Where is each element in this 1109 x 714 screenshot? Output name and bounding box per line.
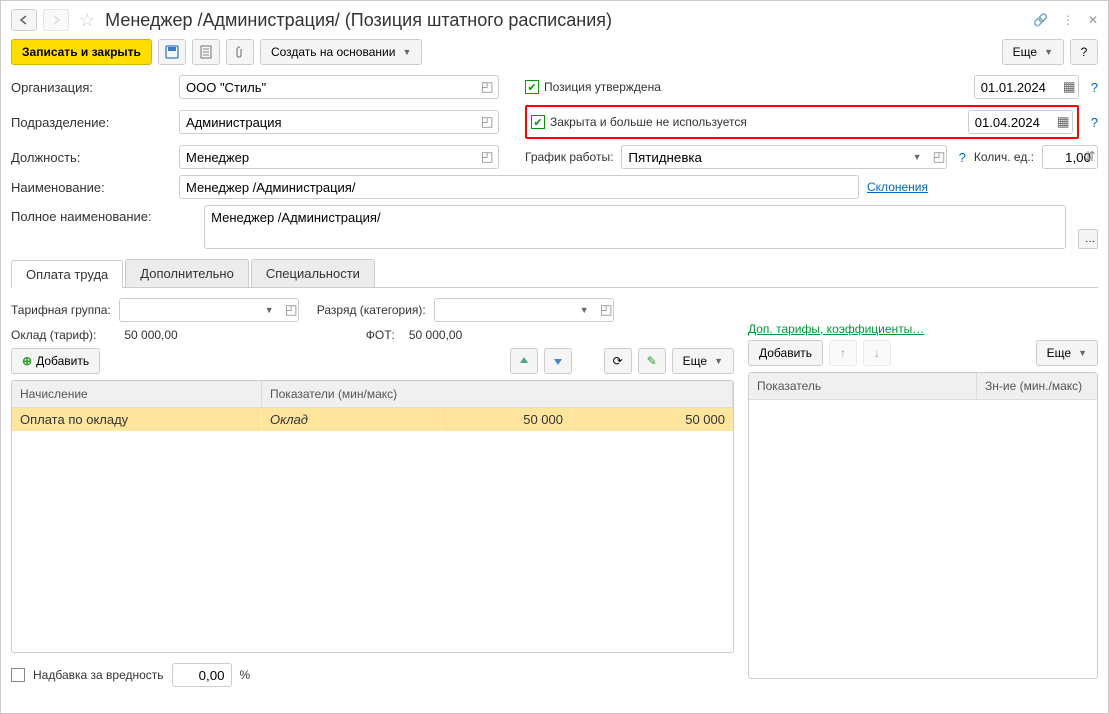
- hazard-unit: %: [240, 668, 251, 682]
- move-up-button[interactable]: ↑: [829, 340, 857, 366]
- add-accrual-button[interactable]: ⊕ Добавить: [11, 348, 100, 374]
- nav-forward-button[interactable]: [43, 9, 69, 31]
- more-accrual-button[interactable]: Еще ▼: [672, 348, 734, 374]
- fot-value: 50 000,00: [409, 328, 462, 342]
- col-value: Зн-ие (мин./макс): [977, 373, 1097, 399]
- qty-label: Колич. ед.:: [974, 150, 1034, 164]
- salary-value: 50 000,00: [124, 328, 177, 342]
- help-link[interactable]: ?: [1091, 80, 1098, 95]
- open-ref-icon[interactable]: ◰: [477, 77, 497, 97]
- org-label: Организация:: [11, 80, 171, 95]
- hazard-checkbox[interactable]: [11, 668, 25, 682]
- add-indicator-button[interactable]: Добавить: [748, 340, 823, 366]
- more-label: Еще: [1013, 45, 1037, 59]
- chevron-down-icon: ▼: [402, 47, 411, 57]
- approved-checkbox[interactable]: ✔: [525, 80, 539, 94]
- coefficients-link[interactable]: Доп. тарифы, коэффициенты…: [748, 322, 924, 336]
- cell-accrual-name: Оплата по окладу: [12, 408, 262, 431]
- stepper-icon[interactable]: ⇵: [1080, 147, 1100, 167]
- approved-label: Позиция утверждена: [544, 80, 661, 94]
- menu-dots-icon[interactable]: ⋮: [1062, 13, 1074, 27]
- chevron-down-icon[interactable]: ▼: [574, 300, 592, 320]
- name-label: Наименование:: [11, 180, 171, 195]
- rank-label: Разряд (категория):: [317, 303, 426, 317]
- close-icon[interactable]: ✕: [1088, 13, 1098, 27]
- dept-input[interactable]: [179, 110, 499, 134]
- dept-label: Подразделение:: [11, 115, 171, 130]
- move-down-button[interactable]: ↓: [863, 340, 891, 366]
- chevron-down-icon[interactable]: ▼: [907, 147, 925, 167]
- help-link[interactable]: ?: [959, 150, 966, 165]
- window-title: Менеджер /Администрация/ (Позиция штатно…: [105, 10, 1027, 31]
- job-input[interactable]: [179, 145, 499, 169]
- cell-min: 50 000: [442, 408, 572, 431]
- salary-label: Оклад (тариф):: [11, 328, 96, 342]
- document-button[interactable]: [192, 39, 220, 65]
- calendar-icon[interactable]: ▦: [1057, 77, 1077, 97]
- attachment-button[interactable]: [226, 39, 254, 65]
- declensions-link[interactable]: Склонения: [867, 180, 928, 194]
- move-down-button[interactable]: [544, 348, 572, 374]
- col-indicators: Показатели (мин/макс): [262, 381, 733, 407]
- plus-icon: ⊕: [22, 354, 32, 368]
- favorite-star-icon[interactable]: ☆: [79, 10, 95, 31]
- chevron-down-icon: ▼: [1078, 348, 1087, 358]
- tab-pay[interactable]: Оплата труда: [11, 260, 123, 288]
- job-label: Должность:: [11, 150, 171, 165]
- move-up-button[interactable]: [510, 348, 538, 374]
- table-row[interactable]: Оплата по окладу Оклад 50 000 50 000: [12, 408, 733, 431]
- col-accrual: Начисление: [12, 381, 262, 407]
- org-input[interactable]: [179, 75, 499, 99]
- more-indicator-button[interactable]: Еще ▼: [1036, 340, 1098, 366]
- help-link[interactable]: ?: [1091, 115, 1098, 130]
- add-label: Добавить: [36, 354, 89, 368]
- more-label: Еще: [683, 354, 707, 368]
- open-ref-icon[interactable]: ◰: [477, 147, 497, 167]
- fullname-label: Полное наименование:: [11, 205, 196, 224]
- create-based-label: Создать на основании: [271, 45, 396, 59]
- indicators-table: Показатель Зн-ие (мин./макс): [748, 372, 1098, 679]
- open-ref-icon[interactable]: ◰: [477, 112, 497, 132]
- open-ref-icon[interactable]: ◰: [927, 147, 945, 167]
- chevron-down-icon[interactable]: ▼: [259, 300, 277, 320]
- chevron-down-icon: ▼: [1044, 47, 1053, 57]
- refresh-button[interactable]: ⟳: [604, 348, 632, 374]
- more-label: Еще: [1047, 346, 1071, 360]
- open-ref-icon[interactable]: ◰: [594, 300, 612, 320]
- help-button[interactable]: ?: [1070, 39, 1098, 65]
- create-based-button[interactable]: Создать на основании ▼: [260, 39, 422, 65]
- tab-spec[interactable]: Специальности: [251, 259, 375, 287]
- save-button[interactable]: [158, 39, 186, 65]
- cell-max: 50 000: [572, 408, 733, 431]
- col-indicator: Показатель: [749, 373, 977, 399]
- calendar-icon[interactable]: ▦: [1051, 112, 1071, 132]
- fullname-textarea[interactable]: [204, 205, 1066, 249]
- hazard-label: Надбавка за вредность: [33, 668, 164, 682]
- fot-label: ФОТ:: [366, 328, 395, 342]
- schedule-label: График работы:: [525, 150, 613, 164]
- accruals-table: Начисление Показатели (мин/макс) Оплата …: [11, 380, 734, 653]
- nav-back-button[interactable]: [11, 9, 37, 31]
- link-icon[interactable]: 🔗: [1033, 13, 1048, 27]
- ellipsis-button[interactable]: …: [1078, 229, 1098, 249]
- cell-indicator: Оклад: [262, 408, 442, 431]
- more-button[interactable]: Еще ▼: [1002, 39, 1064, 65]
- tab-extra[interactable]: Дополнительно: [125, 259, 249, 287]
- edit-button[interactable]: ✎: [638, 348, 666, 374]
- open-ref-icon[interactable]: ◰: [279, 300, 297, 320]
- save-close-button[interactable]: Записать и закрыть: [11, 39, 152, 65]
- closed-label: Закрыта и больше не используется: [550, 115, 747, 129]
- hazard-input[interactable]: [172, 663, 232, 687]
- schedule-input[interactable]: [621, 145, 946, 169]
- tariff-group-label: Тарифная группа:: [11, 303, 111, 317]
- closed-checkbox[interactable]: ✔: [531, 115, 545, 129]
- name-input[interactable]: [179, 175, 859, 199]
- chevron-down-icon: ▼: [714, 356, 723, 366]
